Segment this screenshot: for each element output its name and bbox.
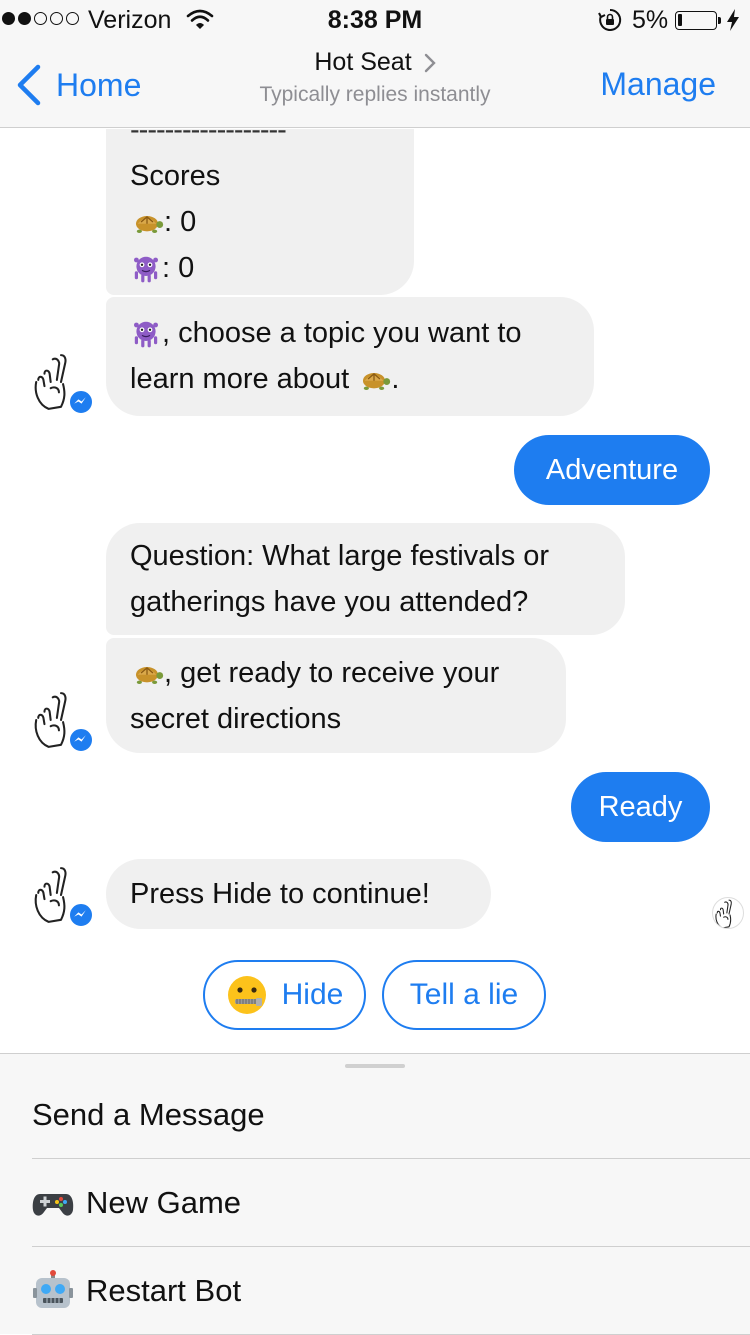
score-alien: : 0 (130, 245, 390, 291)
alien-monster-icon (130, 252, 162, 284)
message-bubble-adventure: Adventure (514, 435, 710, 505)
send-message-menu-item[interactable]: Send a Message (32, 1071, 750, 1159)
turtle-icon (130, 208, 164, 236)
message-bubble-question: Question: What large festivals or gather… (106, 523, 625, 635)
messenger-badge-icon (68, 727, 94, 753)
message-bubble-ready: Ready (571, 772, 710, 842)
robot-face-icon (33, 1270, 73, 1308)
battery-icon (675, 11, 721, 30)
status-bar: Verizon 8:38 PM 5% (0, 0, 750, 40)
charging-icon (726, 8, 740, 37)
game-controller-icon (32, 1194, 74, 1216)
bot-avatar[interactable] (30, 351, 94, 415)
messenger-badge-icon (68, 902, 94, 928)
alien-monster-icon (130, 317, 162, 349)
message-bubble-get-ready: , get ready to receive your secret direc… (106, 638, 566, 753)
rotation-lock-icon (598, 8, 622, 37)
scores-title: Scores (130, 160, 221, 192)
chevron-right-icon (424, 53, 436, 72)
turtle-icon (357, 365, 391, 393)
restart-bot-menu-item[interactable]: Restart Bot (32, 1247, 750, 1335)
message-bubble-choose-topic: , choose a topic you want to learn more … (106, 297, 594, 416)
navigation-bar: Home Hot Seat Typically replies instantl… (0, 40, 750, 128)
turtle-icon (130, 659, 164, 687)
manage-button[interactable]: Manage (600, 66, 716, 103)
message-bubble-scores: ------------------ Scores : 0 : 0 (106, 129, 414, 295)
message-list[interactable]: ------------------ Scores : 0 : 0 , choo… (0, 129, 750, 1053)
crossed-fingers-icon (713, 898, 744, 929)
bot-avatar[interactable] (30, 689, 94, 753)
messenger-badge-icon (68, 389, 94, 415)
scores-divider: ------------------ (130, 129, 287, 146)
page-title: Hot Seat (314, 48, 412, 76)
score-turtle: : 0 (130, 199, 390, 245)
battery-percent: 5% (632, 6, 669, 34)
hide-quick-reply-button[interactable]: Hide (203, 960, 366, 1030)
conversation-title[interactable]: Hot Seat (314, 48, 436, 77)
read-receipt-avatar (712, 897, 744, 929)
new-game-menu-item[interactable]: New Game (32, 1159, 750, 1247)
drawer-handle[interactable] (345, 1064, 405, 1068)
message-bubble-press-hide: Press Hide to continue! (106, 859, 491, 929)
tell-a-lie-quick-reply-button[interactable]: Tell a lie (382, 960, 546, 1030)
bot-avatar[interactable] (30, 864, 94, 928)
zipper-mouth-face-icon (227, 976, 266, 1014)
persistent-menu: Send a Message New Game Restart Bot (0, 1053, 750, 1335)
